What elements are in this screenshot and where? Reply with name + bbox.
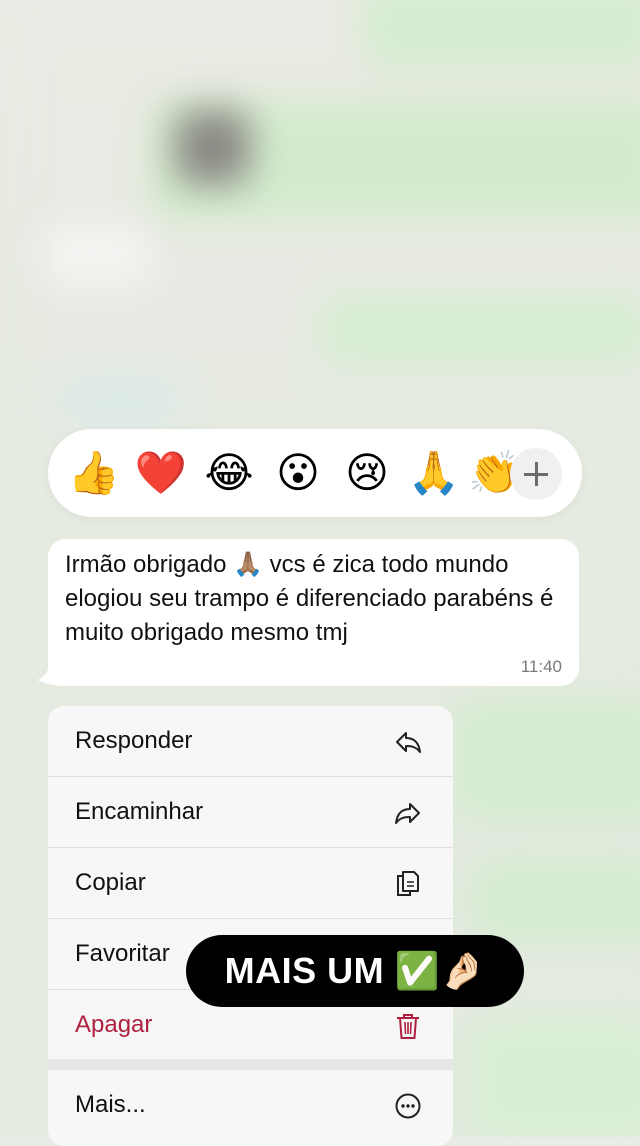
forward-icon [395, 803, 420, 824]
menu-item-label: Encaminhar [75, 798, 204, 825]
reaction-thumbs-up[interactable]: 👍 [64, 429, 124, 517]
reaction-surprised[interactable]: 😮 [268, 429, 328, 517]
reply-icon [396, 732, 421, 753]
reaction-heart[interactable]: ❤️ [131, 429, 191, 517]
reaction-laughing[interactable]: 😂 [199, 429, 259, 517]
menu-item-reply[interactable]: Responder [48, 706, 453, 776]
more-icon [395, 1093, 421, 1119]
menu-item-label: Copiar [75, 869, 146, 896]
message-timestamp: 11:40 [520, 657, 562, 676]
message-text: Irmão obrigado 🙏🏽 vcs é zica todo mundo … [65, 551, 554, 646]
menu-item-more[interactable]: Mais... [48, 1070, 453, 1140]
trash-icon [397, 1014, 419, 1039]
menu-item-label: Mais... [75, 1091, 146, 1118]
menu-item-copy[interactable]: Copiar [48, 848, 453, 918]
reaction-crying[interactable]: 😢 [337, 429, 397, 517]
reaction-praying-hands[interactable]: 🙏 [404, 429, 464, 517]
message-context-menu: Responder Encaminhar Copiar Favoritar Ap… [48, 706, 453, 1146]
menu-item-label: Apagar [75, 1011, 153, 1038]
message-bubble[interactable]: Irmão obrigado 🙏🏽 vcs é zica todo mundo … [48, 539, 579, 686]
reaction-clapping[interactable]: 👏 [468, 429, 514, 517]
menu-item-label: Favoritar [75, 940, 170, 967]
reaction-bar: 👍 ❤️ 😂 😮 😢 🙏 👏 [48, 429, 582, 517]
more-reactions-button[interactable] [510, 448, 562, 500]
story-text-sticker: MAIS UM ✅🤌🏻 [186, 935, 524, 1007]
menu-item-forward[interactable]: Encaminhar [48, 777, 453, 847]
menu-item-label: Responder [75, 727, 193, 754]
copy-icon [397, 871, 419, 896]
